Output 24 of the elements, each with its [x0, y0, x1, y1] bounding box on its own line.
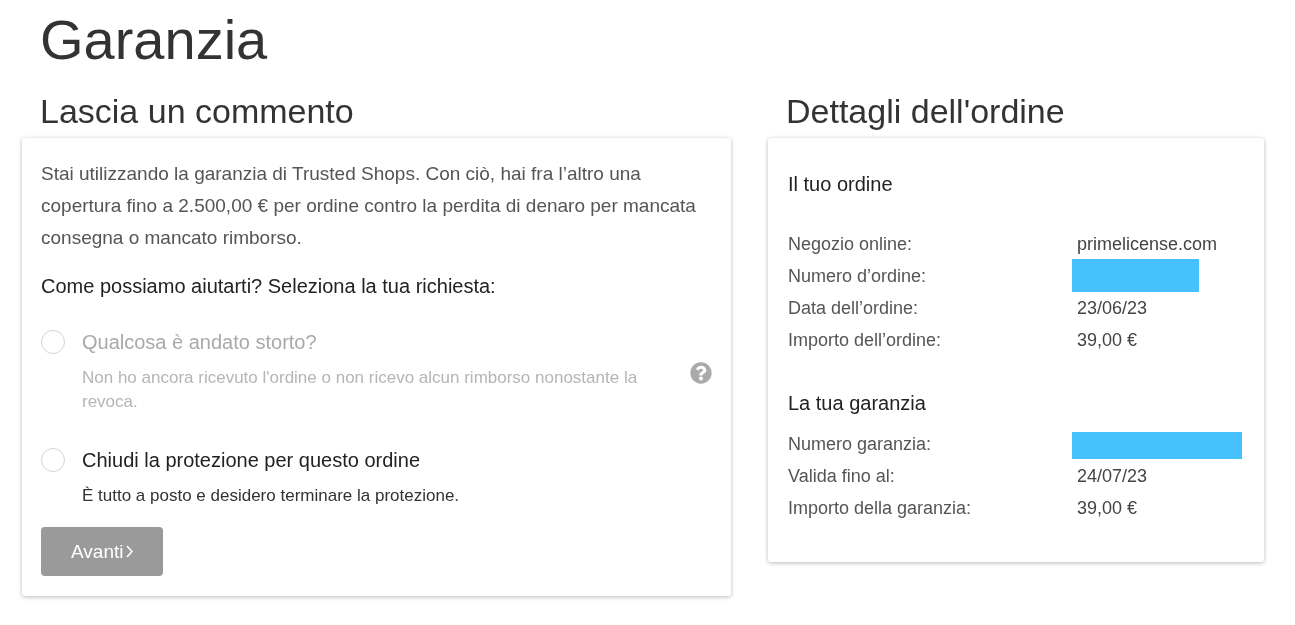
- detail-value: primelicense.com: [1077, 233, 1218, 256]
- details-subheading: La tua garanzia: [788, 391, 926, 416]
- chevron-right-icon: [126, 545, 134, 558]
- intro-text: Stai utilizzando la garanzia di Trusted Shops. Con ciò, hai fra l’altro una copertura fino a 2.500,00 € per ordine contro la perdita di denaro per mancata consegna o mancato rimborso.: [41, 162, 697, 250]
- details-subheading: Il tuo ordine: [788, 172, 893, 197]
- detail-label: Numero d’ordine:: [788, 265, 927, 288]
- detail-value: 24/07/23: [1077, 465, 1148, 488]
- detail-label: Importo della garanzia:: [788, 497, 972, 520]
- page-title: Garanzia: [40, 12, 268, 68]
- radio-button[interactable]: [41, 448, 65, 472]
- option-description: Non ho ancora ricevuto l'ordine o non ricevo alcun rimborso nonostante la revoca.: [82, 367, 639, 413]
- detail-label: Negozio online:: [788, 233, 913, 256]
- detail-label: Data dell’ordine:: [788, 297, 919, 320]
- question-heading: Come possiamo aiutarti? Seleziona la tua richiesta:: [41, 274, 496, 299]
- option-label[interactable]: Chiudi la protezione per questo ordine: [82, 446, 420, 474]
- detail-value: 39,00 €: [1077, 329, 1138, 352]
- option-description: È tutto a posto e desidero terminare la protezione.: [82, 485, 461, 507]
- detail-label: Valida fino al:: [788, 465, 895, 488]
- detail-label: Importo dell’ordine:: [788, 329, 942, 352]
- detail-value: 23/06/23: [1077, 297, 1148, 320]
- detail-label: Numero garanzia:: [788, 433, 932, 456]
- section-heading: Dettagli dell'ordine: [786, 91, 1065, 131]
- section-heading: Lascia un commento: [40, 91, 354, 131]
- detail-value: 39,00 €: [1077, 497, 1138, 520]
